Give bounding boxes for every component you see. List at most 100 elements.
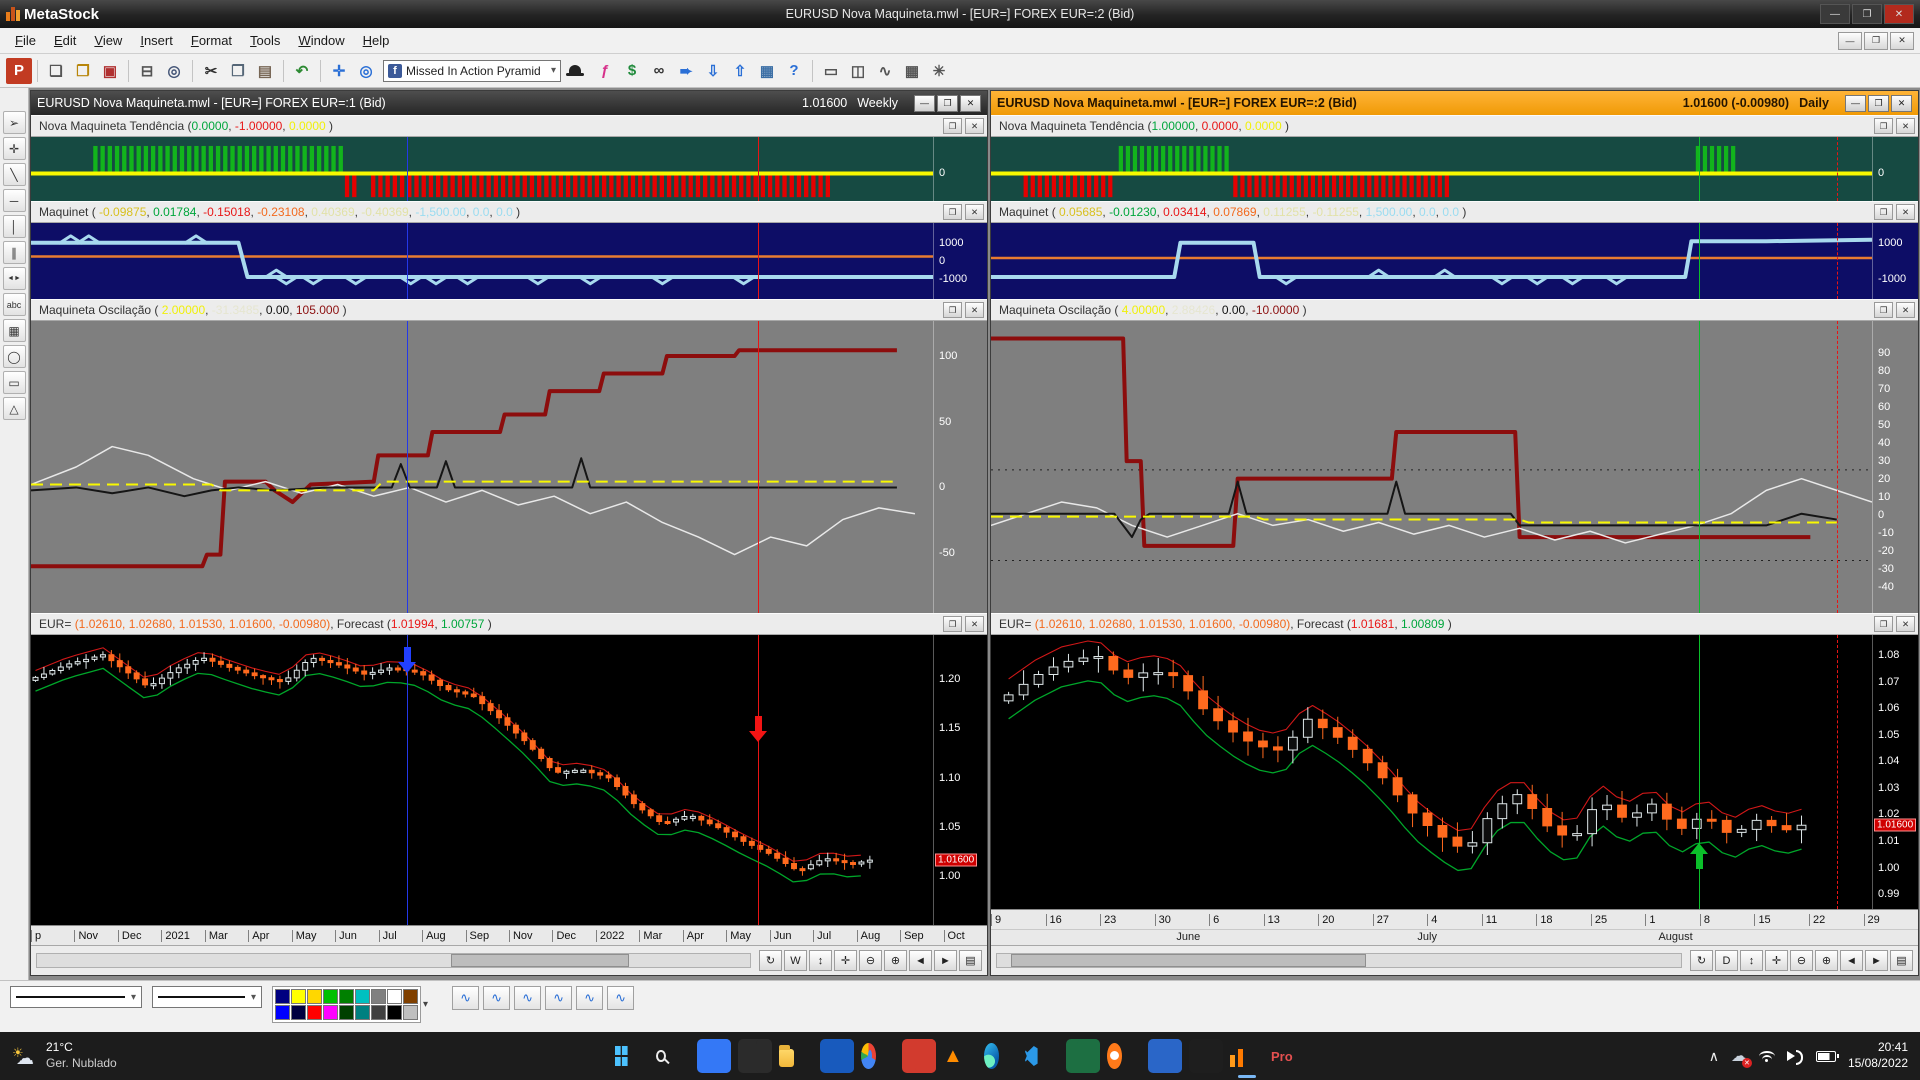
child-restore-button[interactable]: ❐ <box>1864 31 1888 50</box>
taskbar-browser-orange[interactable] <box>1107 1039 1141 1073</box>
zoom-in-button[interactable]: ⊕ <box>884 950 907 971</box>
taskbar-edge[interactable] <box>984 1039 1018 1073</box>
weather-widget[interactable]: ☀ ☁ 21°C Ger. Nublado <box>0 1040 129 1071</box>
text-tool[interactable]: abc <box>2 293 26 316</box>
child-close-button[interactable]: ✕ <box>1890 31 1914 50</box>
pan-button[interactable]: ✛ <box>834 950 857 971</box>
indicator-builder-button[interactable]: ƒ <box>592 58 618 84</box>
oscilacao-chart[interactable] <box>31 321 933 613</box>
chart-window-titlebar[interactable]: EURUSD Nova Maquineta.mwl - [EUR=] FOREX… <box>991 91 1918 115</box>
window-close-button[interactable]: ✕ <box>1891 94 1912 112</box>
pane-restore-button[interactable]: ❐ <box>1874 118 1893 134</box>
horizontal-scrollbar[interactable] <box>996 953 1682 968</box>
chart-template-button-3[interactable]: ∿ <box>514 986 542 1010</box>
color-swatch[interactable] <box>387 989 402 1004</box>
app-close-button[interactable]: ✕ <box>1884 4 1914 24</box>
publisher-button[interactable]: ⇧ <box>727 58 753 84</box>
color-swatch[interactable] <box>307 989 322 1004</box>
tile-grid-button[interactable]: ▦ <box>899 58 925 84</box>
chart-template-button-5[interactable]: ∿ <box>576 986 604 1010</box>
taskbar-vscode[interactable] <box>1025 1039 1059 1073</box>
menu-window[interactable]: Window <box>289 31 353 50</box>
window-minimize-button[interactable]: — <box>914 94 935 112</box>
scroll-right-button[interactable]: ► <box>1865 950 1888 971</box>
taskbar-file-explorer[interactable] <box>779 1039 813 1073</box>
grid-tool[interactable]: ▦ <box>2 319 26 342</box>
color-swatch[interactable] <box>291 989 306 1004</box>
crosshair-tool[interactable]: ✛ <box>2 137 26 160</box>
rectangle-tool[interactable]: ▭ <box>2 371 26 394</box>
taskbar-start-button[interactable] <box>615 1039 649 1073</box>
paste-button[interactable]: ▤ <box>252 58 278 84</box>
wifi-icon[interactable] <box>1758 1050 1775 1062</box>
color-swatch[interactable] <box>355 989 370 1004</box>
cut-button[interactable]: ✂ <box>198 58 224 84</box>
pane-close-button[interactable]: ✕ <box>965 616 984 632</box>
color-swatch[interactable] <box>403 1005 418 1020</box>
periodicity-button[interactable]: W <box>784 950 807 971</box>
color-swatch[interactable] <box>403 989 418 1004</box>
volume-icon[interactable] <box>1786 1050 1804 1065</box>
refresh-button[interactable]: ↻ <box>1690 950 1713 971</box>
menu-help[interactable]: Help <box>354 31 399 50</box>
color-swatch[interactable] <box>371 1005 386 1020</box>
menu-view[interactable]: View <box>85 31 131 50</box>
trendline-tool[interactable]: ╲ <box>2 163 26 186</box>
tile-vertical-button[interactable]: ◫ <box>845 58 871 84</box>
taskbar-pdf-app[interactable]: ✦ <box>902 1039 936 1073</box>
data-window-button[interactable]: ▤ <box>959 950 982 971</box>
scroll-left-button[interactable]: ◄ <box>909 950 932 971</box>
child-minimize-button[interactable]: — <box>1838 31 1862 50</box>
pane-close-button[interactable]: ✕ <box>1896 118 1915 134</box>
tendencia-chart[interactable] <box>991 137 1872 201</box>
power-console-button[interactable]: P <box>6 57 32 84</box>
line-weight-select[interactable]: ▾ <box>152 986 262 1008</box>
triangle-tool[interactable]: △ <box>2 397 26 420</box>
pane-close-button[interactable]: ✕ <box>1896 302 1915 318</box>
price-chart[interactable] <box>991 635 1872 909</box>
data-window-button[interactable]: ▤ <box>1890 950 1913 971</box>
chart-template-button-2[interactable]: ∿ <box>483 986 511 1010</box>
horizontal-line-tool[interactable]: ─ <box>2 189 26 212</box>
pane-close-button[interactable]: ✕ <box>1896 616 1915 632</box>
crosshair-button[interactable]: ✛ <box>326 58 352 84</box>
chart-template-button-6[interactable]: ∿ <box>607 986 635 1010</box>
pane-restore-button[interactable]: ❐ <box>943 616 962 632</box>
fit-vertical-button[interactable]: ↕ <box>1740 950 1763 971</box>
taskbar-clock[interactable]: 20:41 15/08/2022 <box>1848 1040 1908 1071</box>
tray-expand-icon[interactable]: ∧ <box>1709 1048 1719 1065</box>
line-style-select[interactable]: ▾ <box>10 986 142 1008</box>
chart-window-titlebar[interactable]: EURUSD Nova Maquineta.mwl - [EUR=] FOREX… <box>31 91 987 115</box>
oscilacao-chart[interactable] <box>991 321 1872 613</box>
periodicity-button[interactable]: D <box>1715 950 1738 971</box>
context-help-button[interactable]: ? <box>781 58 807 84</box>
color-swatch[interactable] <box>323 1005 338 1020</box>
expert-advisor-button[interactable] <box>565 64 591 77</box>
taskbar-media-app[interactable]: ◉ <box>697 1039 731 1073</box>
taskbar-excel[interactable]: X <box>1066 1039 1100 1073</box>
color-swatch[interactable] <box>339 989 354 1004</box>
pane-restore-button[interactable]: ❐ <box>943 204 962 220</box>
refresh-button[interactable]: ↻ <box>759 950 782 971</box>
workspace-options-button[interactable]: ✳ <box>926 58 952 84</box>
taskbar-bee-app[interactable]: ✱ <box>1189 1039 1223 1073</box>
save-button[interactable]: ▣ <box>97 58 123 84</box>
battery-icon[interactable] <box>1815 1050 1839 1062</box>
taskbar-word[interactable]: W <box>820 1039 854 1073</box>
pane-close-button[interactable]: ✕ <box>965 302 984 318</box>
ellipse-tool[interactable]: ◯ <box>2 345 26 368</box>
forecaster-button[interactable]: ➨ <box>673 58 699 84</box>
explorer-button[interactable]: ∞ <box>646 58 672 84</box>
pane-close-button[interactable]: ✕ <box>965 204 984 220</box>
color-swatch[interactable] <box>371 989 386 1004</box>
maquinet-chart[interactable] <box>991 223 1872 299</box>
taskbar-pro-app[interactable]: Pro <box>1271 1039 1305 1073</box>
window-minimize-button[interactable]: — <box>1845 94 1866 112</box>
menu-file[interactable]: File <box>6 31 45 50</box>
parallel-lines-tool[interactable]: ∥ <box>2 241 26 264</box>
zoom-out-button[interactable]: ⊖ <box>859 950 882 971</box>
scroll-right-button[interactable]: ► <box>934 950 957 971</box>
taskbar-vlc[interactable]: ▲ <box>943 1039 977 1073</box>
pane-restore-button[interactable]: ❐ <box>1874 204 1893 220</box>
color-swatch[interactable] <box>323 989 338 1004</box>
